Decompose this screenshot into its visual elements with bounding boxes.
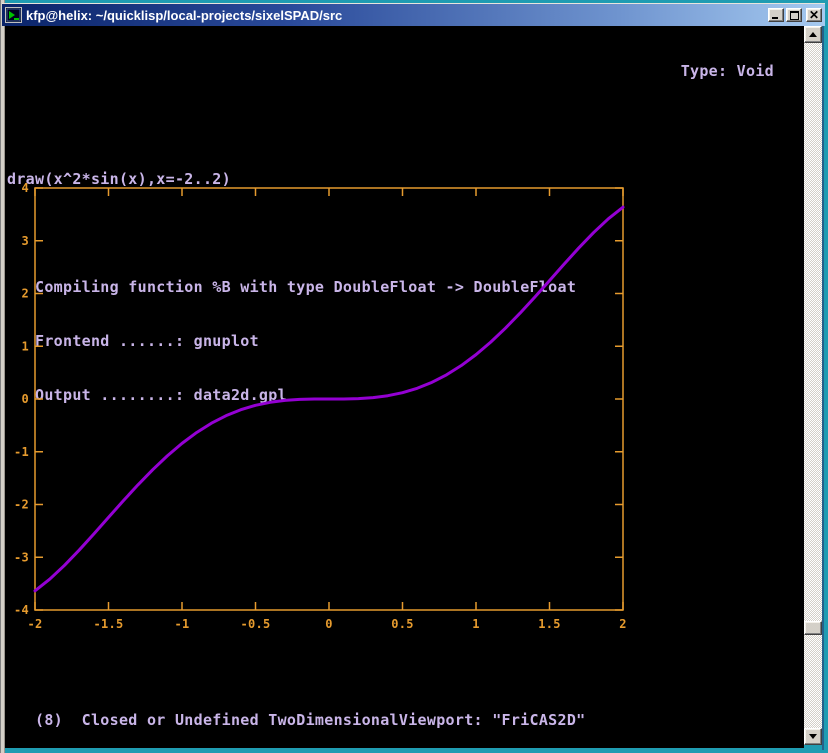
svg-text:4: 4	[21, 181, 29, 195]
minimize-icon	[772, 17, 778, 19]
svg-text:-2: -2	[14, 498, 29, 512]
svg-text:1: 1	[472, 617, 480, 631]
svg-text:-1.5: -1.5	[93, 617, 123, 631]
gnuplot-sixel-plot: -2 -1.5 -1 -0.5 0 0.5 1 1.5 2 -4 -3 -2 -1 0 1 2 3 4	[14, 181, 627, 631]
maximize-button[interactable]	[786, 8, 802, 22]
maximize-icon	[789, 10, 799, 20]
result-8-line: (8) Closed or Undefined TwoDimensionalVi…	[7, 711, 586, 729]
window-title: kfp@helix: ~/quicklisp/local-projects/si…	[26, 7, 343, 23]
scrollbar-track[interactable]	[804, 26, 822, 745]
scrollbar-up-button[interactable]	[804, 26, 822, 43]
scrollbar-thumb[interactable]	[804, 621, 822, 635]
window-titlebar[interactable]: kfp@helix: ~/quicklisp/local-projects/si…	[2, 3, 825, 26]
type-void-line: Type: Void	[680, 62, 774, 80]
window-right-border	[822, 26, 824, 750]
result-block: (8) Closed or Undefined TwoDimensionalVi…	[5, 675, 804, 748]
svg-text:-1: -1	[14, 445, 29, 459]
scrollbar-down-button[interactable]	[804, 728, 822, 745]
svg-text:-4: -4	[14, 603, 29, 617]
terminal-output-area[interactable]: Type: Void draw(x^2*sin(x),x=-2..2) Comp…	[5, 26, 804, 748]
svg-text:3: 3	[21, 234, 29, 248]
svg-text:0: 0	[325, 617, 333, 631]
svg-text:-1: -1	[174, 617, 189, 631]
svg-text:-3: -3	[14, 550, 29, 564]
svg-text:0.5: 0.5	[391, 617, 414, 631]
minimize-button[interactable]	[768, 8, 784, 22]
terminal-icon	[5, 7, 22, 23]
close-icon: ✕	[808, 8, 820, 22]
svg-text:1.5: 1.5	[538, 617, 561, 631]
svg-text:2: 2	[619, 617, 627, 631]
close-button[interactable]: ✕	[806, 8, 822, 22]
arrow-up-icon	[809, 32, 817, 37]
arrow-down-icon	[809, 734, 817, 739]
desktop: { "window": { "title": "kfp@helix: ~/qui…	[0, 0, 828, 753]
svg-text:0: 0	[21, 392, 29, 406]
svg-text:-0.5: -0.5	[240, 617, 270, 631]
svg-text:-2: -2	[27, 617, 42, 631]
svg-text:2: 2	[21, 287, 29, 301]
svg-text:1: 1	[21, 339, 29, 353]
